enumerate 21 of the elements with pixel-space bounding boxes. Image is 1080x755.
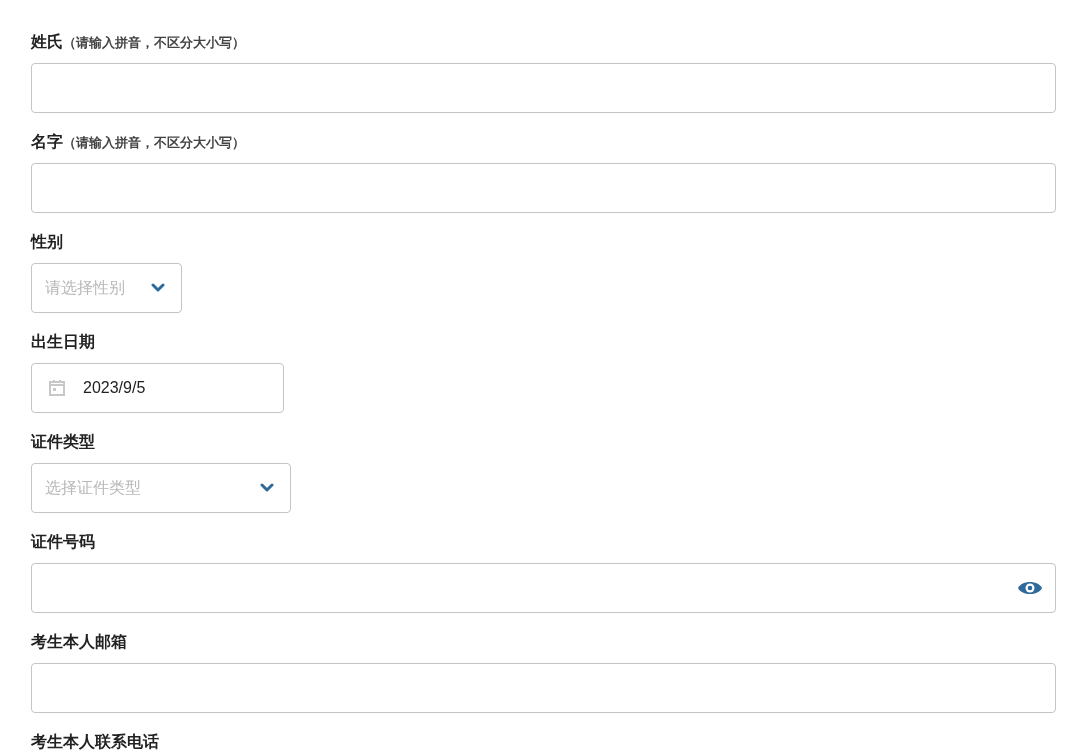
field-label: 性别 — [31, 232, 63, 252]
field-label: 考生本人联系电话 — [31, 732, 159, 752]
field-label: 证件号码 — [31, 532, 95, 552]
text-field[interactable] — [31, 663, 1056, 713]
field-hint: （请输入拼音，不区分大小写） — [63, 134, 245, 152]
chevron-down-icon — [260, 483, 274, 493]
text-field[interactable] — [31, 63, 1056, 113]
field-label: 出生日期 — [31, 332, 95, 352]
select-dropdown[interactable]: 选择证件类型 — [31, 463, 291, 513]
field-hint: （请输入拼音，不区分大小写） — [63, 34, 245, 52]
date-field[interactable]: 2023/9/5 — [31, 363, 284, 413]
eye-icon[interactable] — [1017, 579, 1043, 597]
field-label: 考生本人邮箱 — [31, 632, 127, 652]
password-field[interactable] — [31, 563, 1056, 613]
chevron-down-icon — [151, 283, 165, 293]
field-label: 姓氏 — [31, 32, 63, 52]
select-dropdown[interactable]: 请选择性别 — [31, 263, 182, 313]
field-label: 证件类型 — [31, 432, 95, 452]
text-field[interactable] — [31, 163, 1056, 213]
field-label: 名字 — [31, 132, 63, 152]
calendar-icon — [47, 378, 67, 398]
